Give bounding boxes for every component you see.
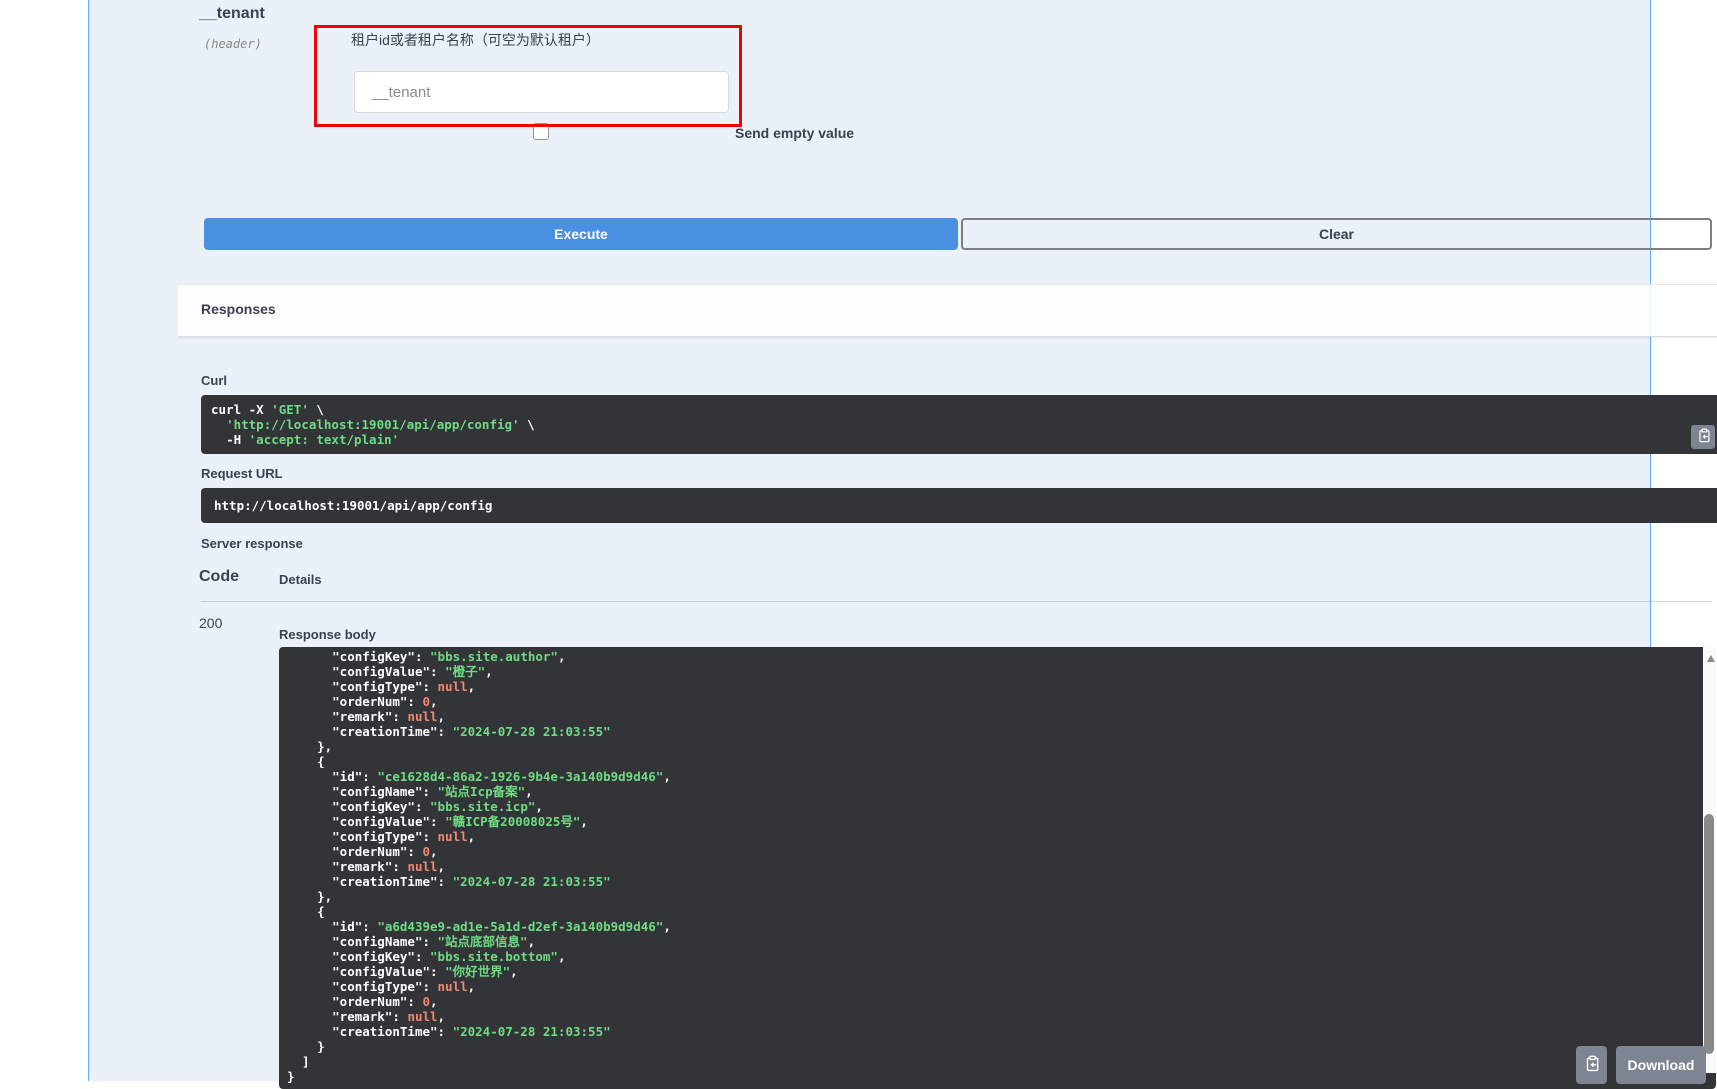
parameter-description: 租户id或者租户名称（可空为默认租户） [351, 30, 600, 50]
clear-button[interactable]: Clear [961, 218, 1712, 250]
swagger-get-endpoint-page: { "parameter": { "name": "__tenant", "lo… [0, 0, 1717, 1077]
table-divider [201, 601, 1712, 602]
opblock-get-body: __tenant (header) 租户id或者租户名称（可空为默认租户） Se… [88, 0, 1651, 1081]
responses-title: Responses [201, 301, 276, 317]
clipboard-icon [1583, 1055, 1600, 1075]
server-response-label: Server response [201, 536, 303, 551]
scroll-up-icon[interactable] [1707, 655, 1715, 662]
parameter-location: (header) [204, 37, 262, 51]
response-body-block[interactable]: "configKey": "bbs.site.author", "configV… [279, 647, 1716, 1089]
tenant-input[interactable] [354, 71, 729, 113]
copy-curl-button[interactable] [1691, 425, 1715, 449]
request-url-label: Request URL [201, 466, 283, 481]
scrollbar-thumb[interactable] [1704, 814, 1714, 1054]
details-column-header: Details [279, 572, 322, 587]
send-empty-value-checkbox[interactable] [533, 123, 549, 140]
parameter-name: __tenant [199, 5, 265, 23]
send-empty-value-label: Send empty value [735, 125, 854, 141]
execute-button[interactable]: Execute [204, 218, 958, 250]
status-code: 200 [199, 615, 222, 631]
clipboard-icon [1696, 428, 1711, 446]
copy-response-button[interactable] [1576, 1046, 1607, 1084]
download-button[interactable]: Download [1616, 1046, 1706, 1084]
code-column-header: Code [199, 568, 239, 586]
response-body-json: "configKey": "bbs.site.author", "configV… [287, 649, 1686, 1084]
request-url-block: http://localhost:19001/api/app/config [201, 488, 1717, 523]
curl-command-text: curl -X 'GET' \ 'http://localhost:19001/… [211, 402, 1684, 447]
curl-label: Curl [201, 373, 227, 388]
request-url-value: http://localhost:19001/api/app/config [214, 498, 1714, 513]
curl-command-block[interactable]: curl -X 'GET' \ 'http://localhost:19001/… [201, 395, 1717, 454]
responses-section-header [178, 284, 1717, 337]
response-body-label: Response body [279, 627, 376, 642]
